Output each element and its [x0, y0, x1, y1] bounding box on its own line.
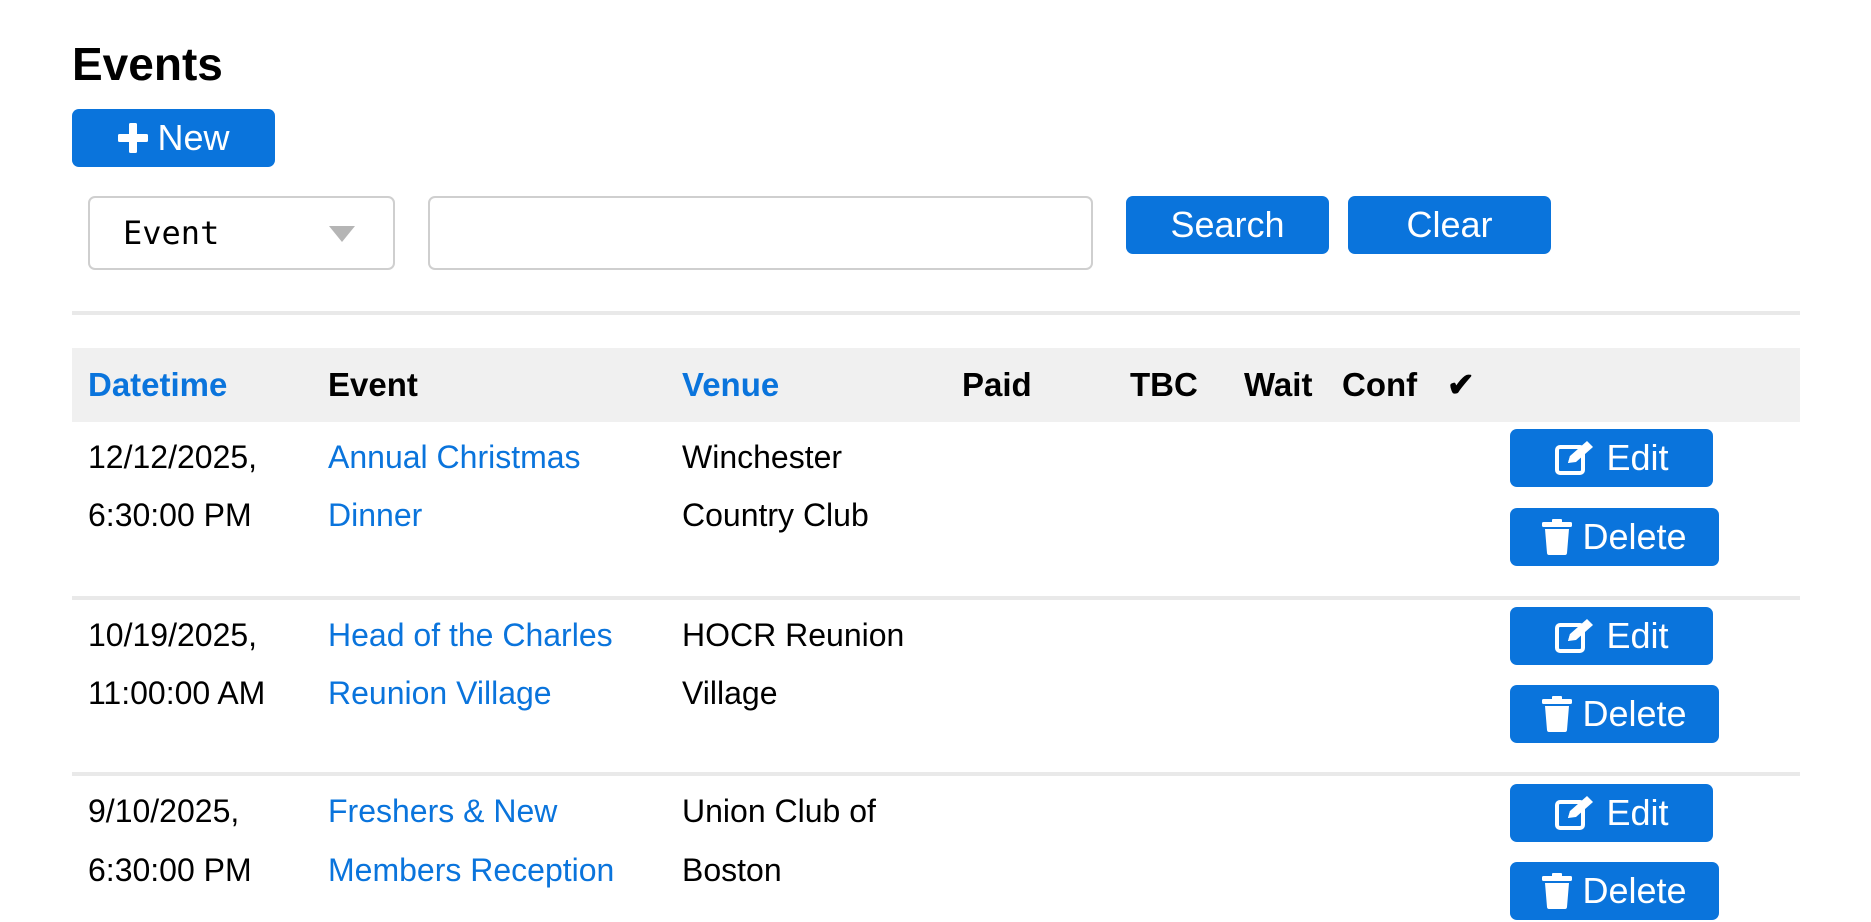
edit-button[interactable]: Edit — [1510, 429, 1713, 487]
trash-icon — [1542, 519, 1573, 555]
events-page: Events New Event Search Clear Datetime E… — [0, 0, 1871, 922]
delete-label: Delete — [1582, 693, 1687, 734]
event-link[interactable]: Reunion Village — [328, 664, 552, 722]
plus-icon — [117, 122, 149, 154]
event-link[interactable]: Freshers & New — [328, 782, 557, 840]
search-field-select[interactable]: Event — [88, 196, 395, 270]
search-divider — [72, 311, 1800, 315]
row-divider — [72, 596, 1800, 600]
edit-icon — [1554, 439, 1596, 477]
column-header-event: Event — [328, 366, 418, 403]
edit-icon — [1554, 617, 1596, 655]
column-header-wait: Wait — [1244, 366, 1313, 403]
chevron-down-icon — [329, 226, 355, 242]
venue-text: Boston — [682, 852, 782, 888]
datetime-time: 6:30:00 PM — [88, 497, 252, 533]
column-header-datetime[interactable]: Datetime — [88, 348, 227, 422]
edit-icon — [1554, 794, 1596, 832]
event-link[interactable]: Annual Christmas — [328, 428, 581, 486]
delete-button[interactable]: Delete — [1510, 508, 1719, 566]
table-header: Datetime Event Venue Paid TBC Wait Conf … — [72, 348, 1800, 422]
edit-label: Edit — [1606, 437, 1669, 478]
venue-text: HOCR Reunion — [682, 617, 905, 653]
trash-icon — [1542, 696, 1573, 732]
venue-text: Union Club of — [682, 793, 876, 829]
venue-text: Country Club — [682, 497, 869, 533]
column-header-checked: ✔ — [1447, 366, 1475, 403]
event-link[interactable]: Members Reception — [328, 841, 614, 899]
search-input[interactable] — [428, 196, 1093, 270]
column-header-tbc: TBC — [1130, 366, 1198, 403]
column-header-venue[interactable]: Venue — [682, 348, 779, 422]
new-event-button[interactable]: New — [72, 109, 275, 167]
trash-icon — [1542, 873, 1573, 909]
datetime-date: 12/12/2025, — [88, 439, 258, 475]
event-link[interactable]: Head of the Charles — [328, 606, 613, 664]
delete-button[interactable]: Delete — [1510, 685, 1719, 743]
delete-label: Delete — [1582, 516, 1687, 557]
venue-text: Winchester — [682, 439, 843, 475]
delete-label: Delete — [1582, 870, 1687, 911]
clear-button[interactable]: Clear — [1348, 196, 1551, 254]
search-button[interactable]: Search — [1126, 196, 1329, 254]
edit-label: Edit — [1606, 615, 1669, 656]
column-header-paid: Paid — [962, 366, 1032, 403]
edit-button[interactable]: Edit — [1510, 607, 1713, 665]
datetime-time: 11:00:00 AM — [88, 675, 266, 711]
event-link[interactable]: Dinner — [328, 486, 422, 544]
delete-button[interactable]: Delete — [1510, 862, 1719, 920]
venue-text: Village — [682, 675, 778, 711]
edit-button[interactable]: Edit — [1510, 784, 1713, 842]
edit-label: Edit — [1606, 792, 1669, 833]
page-title: Events — [72, 38, 223, 90]
datetime-time: 6:30:00 PM — [88, 852, 252, 888]
search-field-value: Event — [123, 214, 220, 252]
datetime-date: 10/19/2025, — [88, 617, 258, 653]
row-divider — [72, 772, 1800, 776]
datetime-date: 9/10/2025, — [88, 793, 240, 829]
column-header-conf: Conf — [1342, 366, 1418, 403]
new-button-label: New — [157, 117, 230, 158]
